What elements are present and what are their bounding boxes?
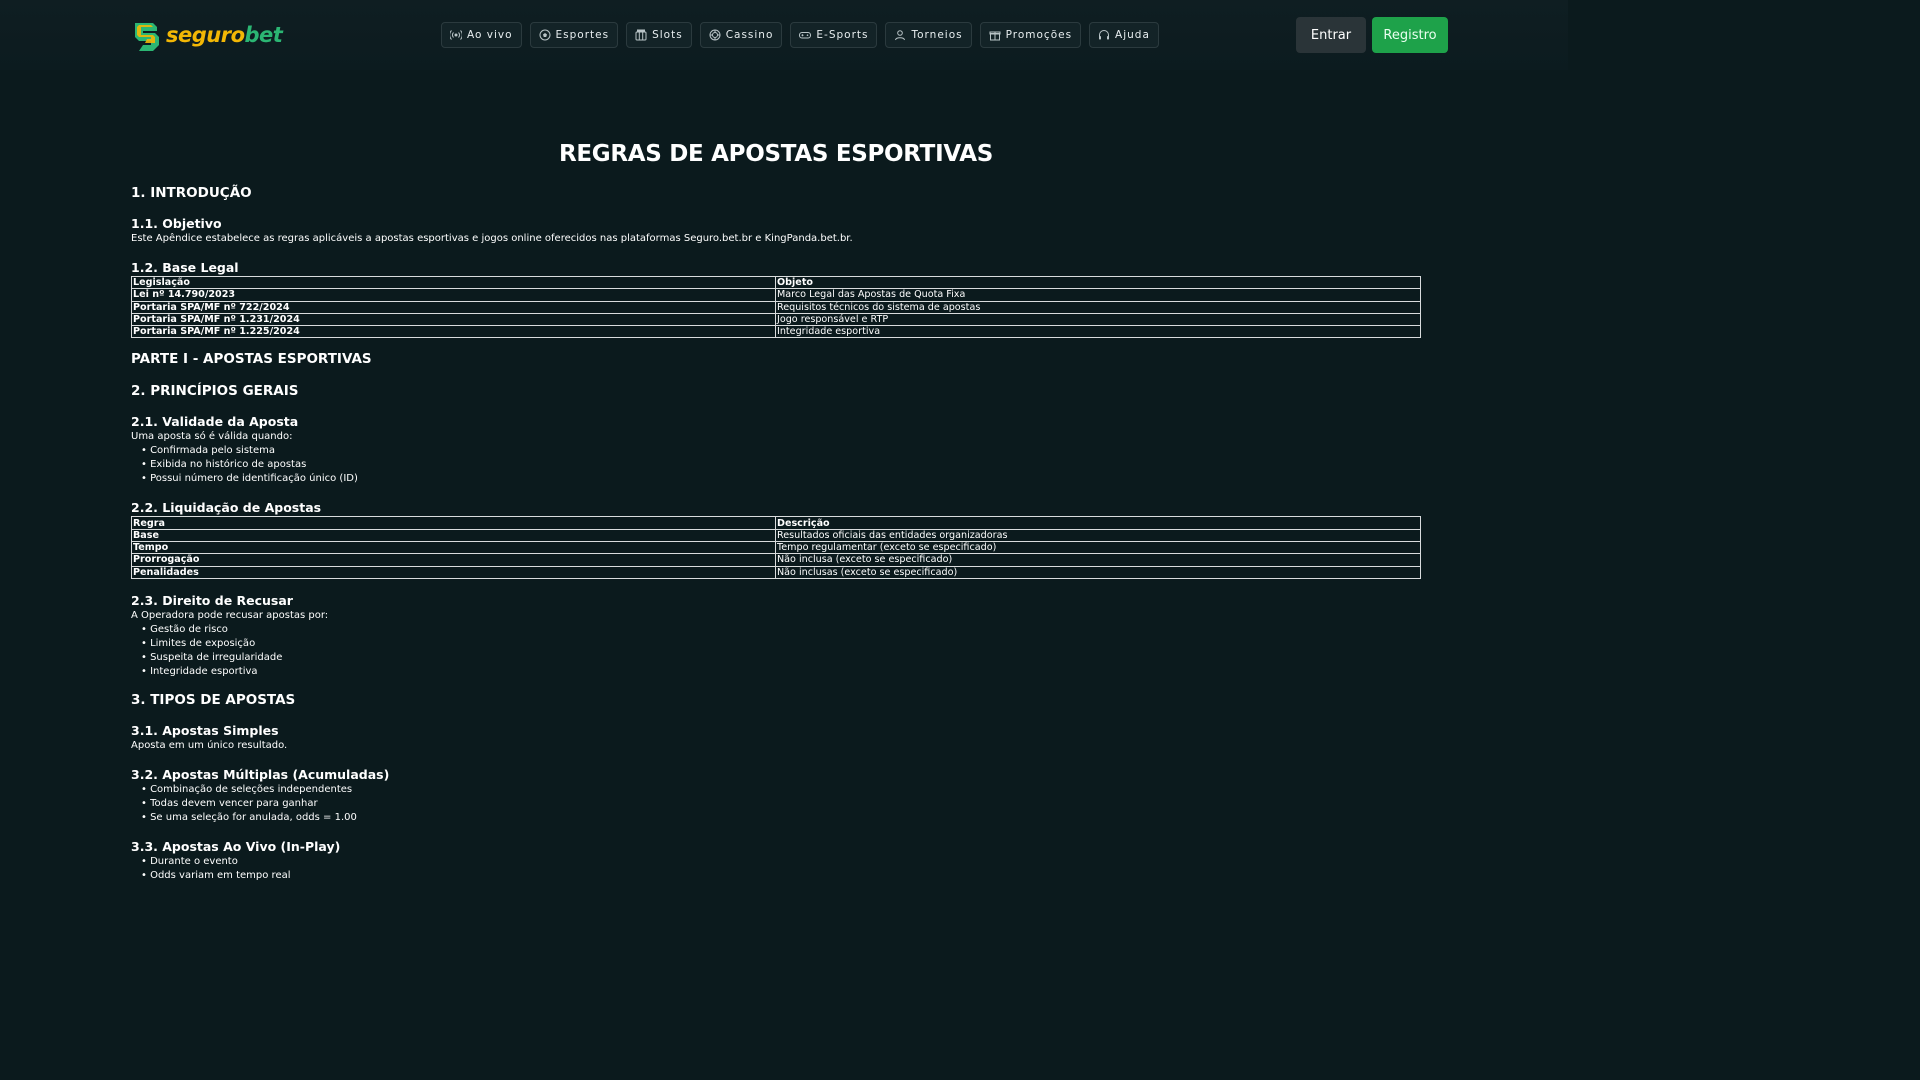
logo-wordmark-part1: seguro — [166, 23, 245, 47]
nav-esports[interactable]: E-Sports — [790, 22, 878, 48]
table-cell: Requisitos técnicos do sistema de aposta… — [775, 300, 1421, 314]
table-row: Tempo Tempo regulamentar (exceto se espe… — [131, 541, 1421, 555]
table-cell: Não inclusa (exceto se especificado) — [775, 553, 1421, 567]
subsection-heading: 3.1. Apostas Simples — [131, 722, 279, 738]
table-cell: Portaria SPA/MF nº 1.225/2024 — [131, 325, 776, 339]
section-heading: 1. INTRODUÇÃO — [131, 185, 252, 201]
table-cell: Penalidades — [131, 565, 776, 579]
list-item: Confirmada pelo sistema — [141, 444, 1421, 458]
paragraph: A Operadora pode recusar apostas por: — [131, 609, 329, 621]
list-item: Limites de exposição — [141, 637, 1421, 651]
list-item: Possui número de identificação único (ID… — [141, 472, 1421, 486]
table-cell: Marco Legal das Apostas de Quota Fixa — [775, 288, 1421, 302]
logo-mark-icon — [131, 19, 163, 51]
list-item: Odds variam em tempo real — [141, 869, 1421, 883]
list-item: Durante o evento — [141, 855, 1421, 869]
paragraph: Aposta em um único resultado. — [131, 739, 288, 751]
table-cell: Portaria SPA/MF nº 722/2024 — [131, 300, 776, 314]
user-icon — [895, 30, 906, 41]
bullet-list: Confirmada pelo sistema Exibida no histó… — [131, 444, 1421, 486]
table-header-cell: Legislação — [131, 275, 776, 290]
nav-esportes-label: Esportes — [555, 29, 610, 41]
nav-ajuda[interactable]: Ajuda — [1089, 22, 1159, 48]
bullet-list: Gestão de risco Limites de exposição Sus… — [131, 623, 1421, 679]
slots-icon — [635, 29, 647, 41]
list-item: Exibida no histórico de apostas — [141, 458, 1421, 472]
list-item: Suspeita de irregularidade — [141, 651, 1421, 665]
chip-icon — [709, 29, 721, 41]
nav-ao-vivo[interactable]: Ao vivo — [441, 22, 522, 48]
list-item: Integridade esportiva — [141, 665, 1421, 679]
bullet-list: Durante o evento Odds variam em tempo re… — [131, 855, 1421, 883]
login-button[interactable]: Entrar — [1296, 17, 1366, 53]
nav-esportes[interactable]: Esportes — [529, 22, 619, 48]
table-row: Portaria SPA/MF nº 1.231/2024 Jogo respo… — [131, 312, 1421, 327]
section-heading: 3. TIPOS DE APOSTAS — [131, 691, 296, 708]
table-header-cell: Descrição — [775, 516, 1421, 530]
section-heading: 2. PRINCÍPIOS GERAIS — [131, 383, 299, 400]
table-cell: Tempo regulamentar (exceto se especifica… — [775, 541, 1421, 555]
subsection-heading: 3.2. Apostas Múltiplas (Acumuladas) — [131, 766, 390, 782]
list-item: Todas devem vencer para ganhar — [141, 797, 1421, 811]
table-row: Portaria SPA/MF nº 722/2024 Requisitos t… — [131, 300, 1421, 314]
paragraph: Este Apêndice estabelece as regras aplic… — [131, 233, 853, 244]
subsection-heading: 3.3. Apostas Ao Vivo (In-Play) — [131, 838, 341, 854]
logo-wordmark-part2: bet — [244, 23, 283, 47]
subsection-heading: 1.2. Base Legal — [131, 260, 239, 275]
register-button[interactable]: Registro — [1372, 17, 1448, 53]
table-cell: Base — [131, 528, 776, 543]
gift-icon — [989, 31, 1001, 41]
top-navigation-bar: seguro bet Ao vivo Esportes Slots Cassino… — [0, 0, 1568, 70]
nav-ao-vivo-label: Ao vivo — [467, 29, 513, 41]
settlement-table: Regra Descrição Base Resultados oficiais… — [131, 516, 1421, 579]
nav-torneios[interactable]: Torneios — [885, 22, 972, 48]
table-row: Prorrogação Não inclusa (exceto se espec… — [131, 553, 1421, 567]
segurobet-logo[interactable]: seguro bet — [131, 18, 283, 52]
gamepad-icon — [799, 32, 812, 39]
headset-icon — [1099, 30, 1110, 40]
table-row: Base Resultados oficiais das entidades o… — [131, 528, 1421, 543]
table-header-cell: Objeto — [775, 275, 1421, 290]
table-header-row: Regra Descrição — [131, 516, 1421, 530]
nav-cassino[interactable]: Cassino — [699, 22, 783, 48]
nav-torneios-label: Torneios — [911, 29, 963, 41]
table-header-row: Legislação Objeto — [131, 275, 1421, 290]
rules-document: REGRAS DE APOSTAS ESPORTIVAS 1. INTRODUÇ… — [131, 138, 1421, 883]
table-cell: Prorrogação — [131, 553, 776, 567]
list-item: Se uma seleção for anulada, odds = 1.00 — [141, 811, 1421, 825]
soccer-ball-icon — [539, 29, 551, 41]
nav-slots-label: Slots — [652, 29, 683, 41]
table-row: Portaria SPA/MF nº 1.225/2024 Integridad… — [131, 325, 1421, 339]
subsection-heading: 1.1. Objetivo — [131, 216, 222, 231]
list-item: Gestão de risco — [141, 623, 1421, 637]
subsection-heading: 2.3. Direito de Recusar — [131, 592, 293, 608]
table-cell: Resultados oficiais das entidades organi… — [775, 528, 1421, 543]
live-icon — [450, 30, 462, 40]
table-header-cell: Regra — [131, 516, 776, 530]
nav-ajuda-label: Ajuda — [1115, 29, 1150, 41]
bullet-list: Combinação de seleções independentes Tod… — [131, 783, 1421, 825]
nav-esports-label: E-Sports — [816, 29, 869, 41]
list-item: Combinação de seleções independentes — [141, 783, 1421, 797]
part-heading: PARTE I - APOSTAS ESPORTIVAS — [131, 351, 372, 368]
subsection-heading: 2.2. Liquidação de Apostas — [131, 500, 322, 516]
table-cell: Portaria SPA/MF nº 1.231/2024 — [131, 312, 776, 327]
nav-cassino-label: Cassino — [725, 29, 774, 41]
paragraph: Uma aposta só é válida quando: — [131, 431, 293, 443]
table-row: Lei nº 14.790/2023 Marco Legal das Apost… — [131, 288, 1421, 302]
legal-basis-table: Legislação Objeto Lei nº 14.790/2023 Mar… — [131, 275, 1421, 339]
subsection-heading: 2.1. Validade da Aposta — [131, 414, 299, 430]
logo-wordmark: seguro bet — [166, 23, 283, 47]
nav-slots[interactable]: Slots — [626, 22, 692, 48]
table-cell: Não inclusas (exceto se especificado) — [775, 565, 1421, 579]
table-row: Penalidades Não inclusas (exceto se espe… — [131, 565, 1421, 579]
table-cell: Integridade esportiva — [775, 325, 1421, 339]
table-cell: Tempo — [131, 541, 776, 555]
main-nav: Ao vivo Esportes Slots Cassino E-Sports … — [441, 22, 1159, 48]
nav-promocoes[interactable]: Promoções — [979, 22, 1082, 48]
table-cell: Lei nº 14.790/2023 — [131, 288, 776, 302]
page-title: REGRAS DE APOSTAS ESPORTIVAS — [558, 141, 994, 167]
table-cell: Jogo responsável e RTP — [775, 312, 1421, 327]
nav-promocoes-label: Promoções — [1005, 29, 1073, 41]
